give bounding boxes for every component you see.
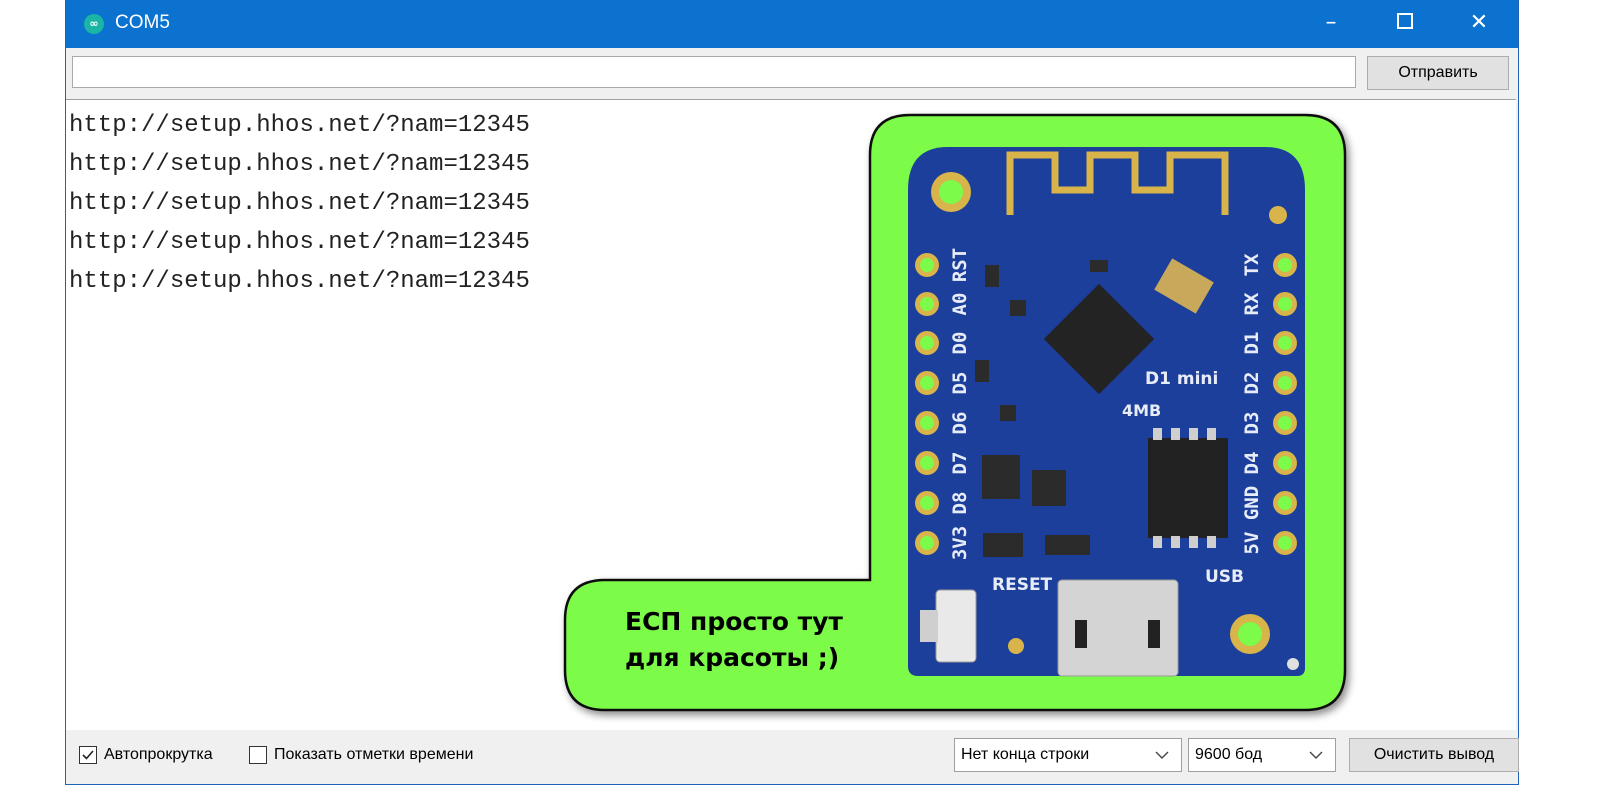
arduino-infinity-icon: ∞ xyxy=(84,14,104,34)
baud-rate-value: 9600 бод xyxy=(1195,746,1263,763)
output-line: http://setup.hhos.net/?nam=12345 xyxy=(69,229,530,256)
chevron-down-icon xyxy=(1309,739,1323,782)
minimize-button[interactable]: – xyxy=(1296,0,1366,48)
maximize-button[interactable] xyxy=(1370,0,1440,48)
autoscroll-checkbox[interactable] xyxy=(79,746,97,764)
status-bar: Автопрокрутка Показать отметки времени Н… xyxy=(66,730,1519,784)
timestamps-label: Показать отметки времени xyxy=(274,746,474,763)
output-line: http://setup.hhos.net/?nam=12345 xyxy=(69,190,530,217)
send-bar: Отправить xyxy=(66,48,1518,98)
output-line: http://setup.hhos.net/?nam=12345 xyxy=(69,151,530,178)
clear-output-button[interactable]: Очистить вывод xyxy=(1349,738,1519,772)
chevron-down-icon xyxy=(1155,739,1169,782)
title-bar: ∞ COM5 – ✕ xyxy=(66,0,1518,48)
maximize-icon xyxy=(1397,13,1413,29)
timestamps-checkbox[interactable] xyxy=(249,746,267,764)
output-line: http://setup.hhos.net/?nam=12345 xyxy=(69,112,530,139)
close-button[interactable]: ✕ xyxy=(1444,0,1514,48)
output-line: http://setup.hhos.net/?nam=12345 xyxy=(69,268,530,295)
window-title: COM5 xyxy=(115,12,170,33)
checkmark-icon xyxy=(82,750,94,760)
serial-output[interactable]: http://setup.hhos.net/?nam=12345 http://… xyxy=(66,99,1516,731)
autoscroll-label: Автопрокрутка xyxy=(104,746,213,763)
serial-monitor-window: ∞ COM5 – ✕ Отправить http://setup.hhos.n… xyxy=(65,0,1519,785)
baud-rate-select[interactable]: 9600 бод xyxy=(1188,738,1336,772)
output-lines: http://setup.hhos.net/?nam=12345 http://… xyxy=(69,111,530,306)
line-ending-value: Нет конца строки xyxy=(961,746,1090,763)
send-button[interactable]: Отправить xyxy=(1367,56,1509,90)
line-ending-select[interactable]: Нет конца строки xyxy=(954,738,1182,772)
send-input[interactable] xyxy=(72,56,1356,88)
